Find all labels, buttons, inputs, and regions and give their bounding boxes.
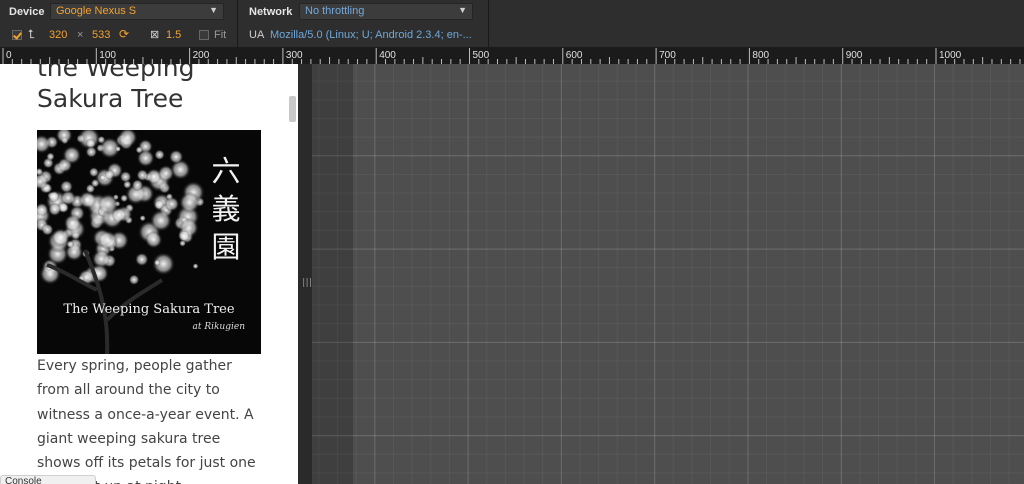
poster-caption: The Weeping Sakura Tree	[63, 302, 235, 317]
fit-label: Fit	[214, 29, 227, 41]
fit-checkbox[interactable]	[199, 30, 209, 40]
ruler-label: 400	[379, 50, 396, 61]
viewport-overflow-shade	[312, 64, 353, 484]
blossom-cluster	[63, 214, 82, 232]
blossom-cluster	[177, 229, 191, 243]
network-label: Network	[249, 6, 293, 18]
blossom-cluster	[153, 259, 161, 266]
device-label: Device	[9, 6, 45, 18]
emulated-page[interactable]: the Weeping Sakura Tree 六義園 The Weeping …	[0, 64, 298, 484]
toolbar-row-screen: ⮤ 320 × 533 ⟳ ⊠ 1.5 Fit UA Mozilla/5.0 (…	[0, 24, 1024, 48]
ua-label: UA	[249, 29, 265, 41]
scale-icon: ⊠	[150, 29, 160, 41]
ruler-label: 800	[752, 50, 769, 61]
ruler-ticks: 0 100 200 300 400 500 600 700 800 900 1000	[2, 48, 1021, 64]
console-tab[interactable]: Console	[0, 475, 96, 484]
ruler-label: 700	[659, 50, 676, 61]
emulate-resolution-checkbox[interactable]	[12, 30, 22, 40]
device-select-value: Google Nexus S	[56, 5, 137, 17]
network-select-value: No throttling	[305, 5, 365, 17]
blossom-cluster	[59, 179, 74, 194]
blossom-cluster	[88, 166, 100, 178]
blossom-cluster	[135, 146, 144, 154]
height-field[interactable]: 533	[92, 29, 110, 41]
device-pixel-ratio-field[interactable]: 1.5	[166, 29, 181, 41]
ruler-label: 900	[846, 50, 863, 61]
article-paragraph: Every spring, people gather from all aro…	[37, 358, 256, 484]
blossom-cluster	[97, 193, 119, 215]
blossom-cluster	[48, 191, 60, 203]
dropdown-arrow-icon: ▼	[458, 5, 467, 15]
ruler-label: 300	[286, 50, 303, 61]
blossom-cluster	[154, 149, 166, 161]
blossom-cluster	[78, 190, 97, 209]
viewport-resizer[interactable]: |||	[298, 64, 313, 484]
blossom-cluster	[62, 145, 82, 165]
sakura-poster-image: 六義園 The Weeping Sakura Tree at Rikugien	[37, 130, 261, 354]
blossom-cluster	[97, 230, 118, 251]
user-agent-field[interactable]: Mozilla/5.0 (Linux; U; Android 2.3.4; en…	[270, 29, 480, 41]
ruler-label: 600	[566, 50, 583, 61]
ruler-label: 100	[99, 50, 116, 61]
blossom-cluster	[139, 214, 146, 222]
poster-location: at Rikugien	[192, 322, 245, 332]
ruler-label: 1000	[939, 50, 962, 61]
blossom-cluster	[178, 191, 201, 214]
page-scrollbar-thumb[interactable]	[289, 96, 296, 122]
network-select[interactable]: No throttling ▼	[299, 3, 473, 20]
resize-grip-icon[interactable]: |||	[301, 278, 313, 288]
rotate-icon[interactable]: ⟳	[119, 27, 129, 41]
blossom-cluster	[66, 240, 75, 249]
blossom-cluster	[85, 145, 98, 158]
blossom-cluster	[149, 209, 173, 232]
blossom-cluster	[134, 252, 149, 267]
emulation-toolbar: Device Google Nexus S ▼ Network No throt…	[0, 0, 1024, 48]
horizontal-ruler: 0 100 200 300 400 500 600 700 800 900 1000	[0, 48, 1024, 64]
ruler-label: 200	[193, 50, 210, 61]
blossom-cluster	[168, 149, 184, 165]
swap-dimensions-icon[interactable]: ⮤	[28, 27, 35, 42]
blossom-cluster	[46, 152, 55, 161]
blossom-cluster	[131, 179, 144, 192]
blossom-cluster	[128, 274, 140, 286]
blossom-cluster	[144, 230, 163, 249]
blossom-cluster	[153, 199, 165, 210]
blossom-cluster	[47, 202, 62, 217]
toolbar-row-device: Device Google Nexus S ▼ Network No throt…	[0, 0, 1024, 48]
page-title: the Weeping Sakura Tree	[37, 64, 195, 113]
ruler-label: 500	[473, 50, 490, 61]
dimension-separator: ×	[77, 29, 84, 41]
blossom-cluster	[157, 164, 175, 182]
emulation-canvas-grid	[312, 64, 1024, 484]
blossom-cluster	[41, 223, 54, 236]
ruler-label: 0	[6, 50, 12, 61]
blossom-cluster	[99, 174, 106, 181]
poster-japanese-title: 六義園	[211, 154, 241, 264]
blossom-cluster	[164, 196, 180, 212]
width-field[interactable]: 320	[49, 29, 67, 41]
device-select[interactable]: Google Nexus S ▼	[50, 3, 224, 20]
blossom-cluster	[119, 170, 132, 183]
blossom-cluster	[104, 169, 115, 180]
dropdown-arrow-icon: ▼	[209, 5, 218, 15]
blossom-cluster	[90, 178, 100, 188]
blossom-cluster	[115, 145, 122, 152]
blossom-cluster	[192, 263, 199, 270]
